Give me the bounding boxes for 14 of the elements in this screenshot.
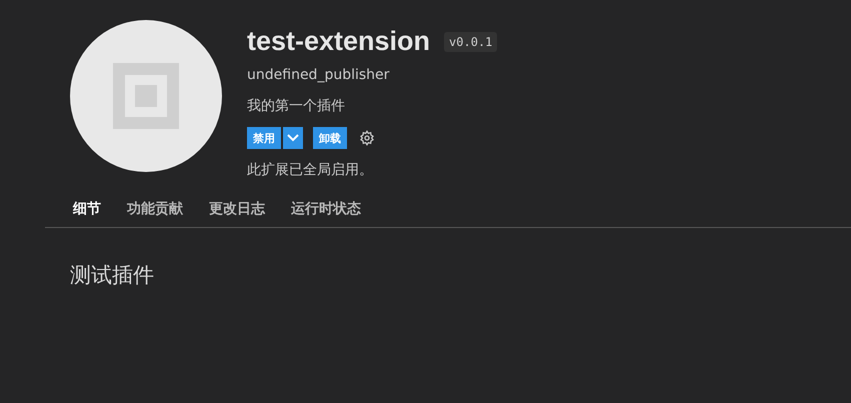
version-badge: v0.0.1 [444,32,498,52]
chevron-icon [287,134,299,142]
readme-heading: 测试插件 [70,262,155,289]
publisher-name: undefined_publisher [247,67,390,83]
tab[interactable]: 更改日志 [209,200,265,218]
tab[interactable]: 功能贡献 [127,200,183,218]
dropdown-button[interactable] [283,127,303,149]
extension-description: 我的第一个插件 [247,97,346,115]
tab[interactable]: 细节 [73,200,101,218]
tab[interactable]: 运行时状态 [291,200,361,218]
extension-name: test-extension [247,26,430,57]
settings-button[interactable] [359,130,375,146]
settings-icon [359,130,375,146]
status-text: 此扩展已全局启用。 [247,161,374,179]
